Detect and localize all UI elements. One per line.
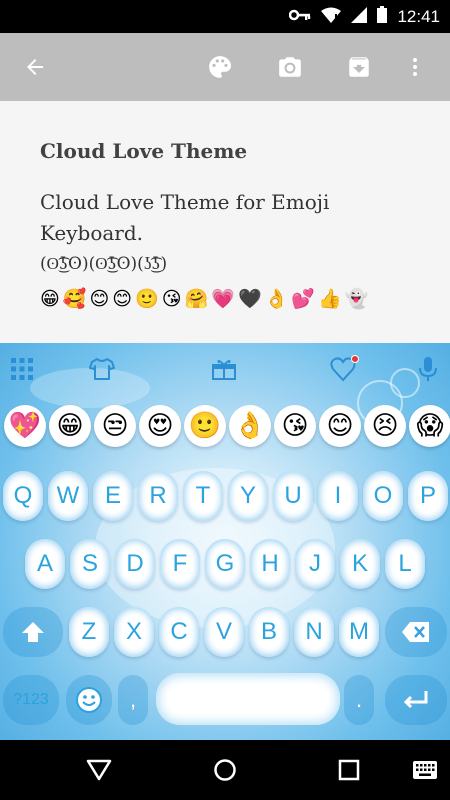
emoji-key[interactable] <box>66 675 112 725</box>
key-c[interactable]: C <box>159 607 199 657</box>
sample-emoji: 😊 <box>89 288 110 310</box>
shift-icon <box>22 622 44 642</box>
key-m[interactable]: M <box>339 607 379 657</box>
key-i[interactable]: I <box>318 471 358 521</box>
description-text: Cloud Love Theme for Emoji Keyboard. <box>40 190 330 245</box>
key-v[interactable]: V <box>204 607 244 657</box>
status-time: 12:41 <box>397 6 440 26</box>
key-y[interactable]: Y <box>228 471 268 521</box>
key-g[interactable]: G <box>205 539 245 589</box>
key-e[interactable]: E <box>93 471 133 521</box>
emoji-key[interactable]: 😣 <box>364 405 406 447</box>
sample-emoji: 💗 <box>211 288 235 310</box>
battery-icon <box>377 6 388 27</box>
period-key[interactable]: . <box>344 675 374 725</box>
delete-key[interactable] <box>385 607 447 657</box>
kaomoji-text: (ʘ͜͡ʖʘ)(ʘ͜͡ʖʘ)(ʖ͜͡ʖ) <box>40 254 168 274</box>
heart-notification-icon[interactable] <box>325 349 365 389</box>
back-triangle-icon[interactable] <box>74 740 124 800</box>
sample-emoji: 💕 <box>291 288 315 310</box>
sample-emoji: 👍 <box>317 288 342 310</box>
symbols-key[interactable]: ?123 <box>3 675 59 725</box>
key-d[interactable]: D <box>115 539 155 589</box>
tshirt-icon[interactable] <box>82 349 122 389</box>
enter-icon <box>403 691 428 709</box>
symbols-key-label: ?123 <box>13 691 49 708</box>
comma-key[interactable]: , <box>118 675 148 725</box>
sample-emoji: 🙂 <box>135 288 159 310</box>
key-s[interactable]: S <box>70 539 110 589</box>
recents-square-icon[interactable] <box>324 740 374 800</box>
key-r[interactable]: R <box>138 471 178 521</box>
gift-icon[interactable] <box>204 349 244 389</box>
theme-description: Cloud Love Theme for Emoji Keyboard. (ʘ͜… <box>40 187 420 280</box>
key-a[interactable]: A <box>25 539 65 589</box>
key-x[interactable]: X <box>114 607 154 657</box>
emoji-suggestion-bar: 💖 😁 😒 😍 🙂 👌 😘 😊 😣 😱 <box>0 403 450 455</box>
keyboard: 💖 😁 😒 😍 🙂 👌 😘 😊 😣 😱 Q W E R T Y U I O P A S D F G H J K L Z X C V B N M ?12… <box>0 343 450 740</box>
key-h[interactable]: H <box>250 539 290 589</box>
key-n[interactable]: N <box>294 607 334 657</box>
emoji-key[interactable]: 😒 <box>94 405 136 447</box>
page-title: Cloud Love Theme <box>40 139 248 163</box>
sample-emoji: 🥰 <box>62 288 87 310</box>
wifi-icon <box>321 7 342 27</box>
emoji-sample-row: 😁 🥰 😊 😊 🙂 😘 🤗 💗 🖤 👌 💕 👍 👻 <box>40 287 368 311</box>
enter-key[interactable] <box>385 675 447 725</box>
signal-icon <box>351 6 368 27</box>
sample-emoji: 🤗 <box>184 288 209 310</box>
emoji-key[interactable]: 😱 <box>409 405 450 447</box>
key-z[interactable]: Z <box>69 607 109 657</box>
microphone-icon[interactable] <box>408 349 448 389</box>
sample-emoji: 👻 <box>344 288 369 310</box>
key-j[interactable]: J <box>295 539 335 589</box>
app-toolbar <box>0 33 450 101</box>
palette-icon[interactable] <box>196 33 244 101</box>
key-q[interactable]: Q <box>3 471 43 521</box>
key-k[interactable]: K <box>340 539 380 589</box>
shift-key[interactable] <box>3 607 63 657</box>
emoji-key[interactable]: 😍 <box>139 405 181 447</box>
emoji-key[interactable]: 👌 <box>229 405 271 447</box>
back-arrow-icon[interactable] <box>11 33 59 101</box>
emoji-key[interactable]: 😁 <box>49 405 91 447</box>
backspace-icon <box>402 622 429 642</box>
keyboard-toolbar <box>0 343 450 393</box>
archive-icon[interactable] <box>335 33 383 101</box>
navigation-bar <box>0 740 450 800</box>
theme-content: Cloud Love Theme Cloud Love Theme for Em… <box>0 101 450 343</box>
keyboard-icon[interactable] <box>400 740 450 800</box>
sample-emoji: 🖤 <box>237 288 262 310</box>
camera-icon[interactable] <box>266 33 314 101</box>
emoji-key[interactable]: 😊 <box>319 405 361 447</box>
emoji-key[interactable]: 🙂 <box>184 405 226 447</box>
emoji-key[interactable]: 😘 <box>274 405 316 447</box>
sample-emoji: 😘 <box>161 288 182 310</box>
grid-icon[interactable] <box>2 349 42 389</box>
key-icon <box>289 7 311 26</box>
key-u[interactable]: U <box>273 471 313 521</box>
key-o[interactable]: O <box>363 471 403 521</box>
sample-emoji: 👌 <box>264 288 289 310</box>
space-key[interactable] <box>156 673 340 725</box>
smiley-icon <box>76 687 102 713</box>
comma-label: , <box>129 687 137 712</box>
key-p[interactable]: P <box>408 471 448 521</box>
more-vert-icon[interactable] <box>391 33 439 101</box>
key-l[interactable]: L <box>385 539 425 589</box>
emoji-key[interactable]: 💖 <box>4 405 46 447</box>
key-b[interactable]: B <box>249 607 289 657</box>
key-w[interactable]: W <box>48 471 88 521</box>
period-label: . <box>355 687 363 712</box>
key-t[interactable]: T <box>183 471 223 521</box>
status-bar: 12:41 <box>0 0 450 33</box>
key-f[interactable]: F <box>160 539 200 589</box>
sample-emoji: 😁 <box>40 288 60 310</box>
sample-emoji: 😊 <box>112 288 133 310</box>
home-circle-icon[interactable] <box>200 740 250 800</box>
